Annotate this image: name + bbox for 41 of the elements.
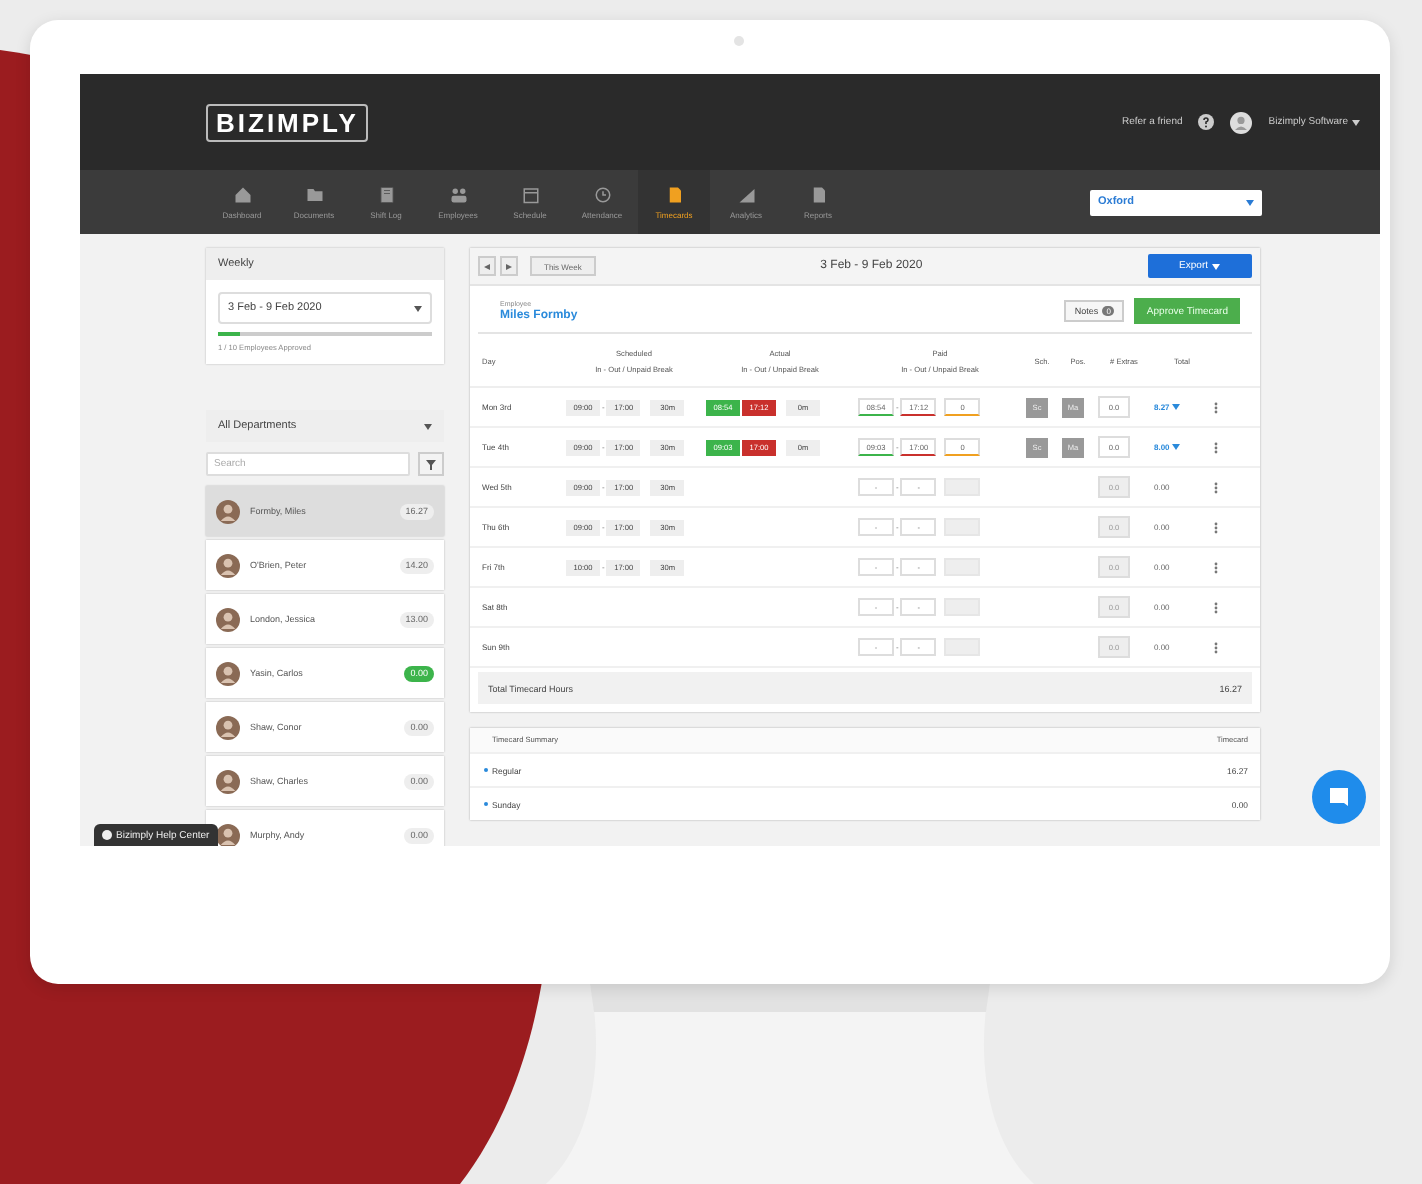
avatar-icon <box>216 607 240 631</box>
avatar-icon <box>216 499 240 523</box>
nav-icon <box>233 185 251 203</box>
filter-icon <box>426 459 436 469</box>
avatar-icon <box>216 661 240 685</box>
caret-icon <box>1171 404 1180 410</box>
caret-icon <box>1246 199 1254 205</box>
caret-icon <box>1171 444 1180 450</box>
paid-break-field[interactable] <box>944 598 981 616</box>
nav-icon <box>377 185 395 203</box>
user-avatar-icon[interactable] <box>1230 111 1253 133</box>
nav-icon <box>665 185 683 203</box>
caret-icon <box>1352 119 1360 125</box>
filter-button[interactable] <box>418 452 444 476</box>
avatar-icon <box>216 553 240 577</box>
caret-icon <box>414 305 422 311</box>
help-icon <box>102 830 112 840</box>
nav-icon <box>305 185 323 203</box>
nav-icon <box>449 185 467 203</box>
help-icon[interactable] <box>1198 114 1215 130</box>
previous-button[interactable] <box>478 256 496 276</box>
nav-icon <box>737 185 755 203</box>
nav-icon <box>593 185 611 203</box>
right-arrow-icon <box>506 263 512 269</box>
avatar-icon <box>216 715 240 739</box>
chat-icon <box>1328 786 1350 808</box>
paid-break-field[interactable] <box>944 638 981 656</box>
logo[interactable]: BIZIMPLY <box>206 103 369 141</box>
paid-break-field[interactable] <box>944 478 981 496</box>
left-arrow-icon <box>484 263 490 269</box>
nav-icon <box>809 185 827 203</box>
next-button[interactable] <box>500 256 518 276</box>
nav-icon <box>521 185 539 203</box>
camera-dot <box>734 36 744 46</box>
avatar-icon <box>216 769 240 793</box>
caret-icon <box>424 423 432 429</box>
avatar-icon <box>216 823 240 846</box>
paid-break-field[interactable] <box>944 518 981 536</box>
paid-break-field[interactable] <box>944 558 981 576</box>
chat-button[interactable] <box>1312 770 1366 824</box>
caret-icon <box>1212 263 1220 269</box>
